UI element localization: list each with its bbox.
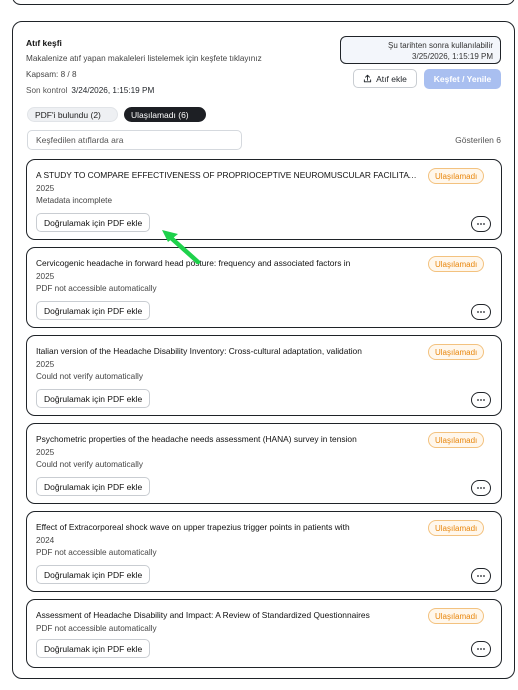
citation-note: PDF not accessible automatically: [36, 284, 157, 293]
add-citation-button[interactable]: Atıf ekle: [353, 69, 417, 88]
status-badge: Ulaşılamadı: [428, 344, 485, 360]
citation-year: 2025: [36, 360, 55, 369]
upload-icon: [364, 74, 372, 83]
previous-panel-edge: [12, 0, 515, 5]
panel-subtitle: Makalenize atıf yapan makaleleri listele…: [26, 54, 262, 63]
more-options-icon: [477, 648, 485, 650]
add-pdf-button[interactable]: Doğrulamak için PDF ekle: [36, 565, 151, 584]
status-badge: Ulaşılamadı: [428, 168, 485, 184]
more-options-button[interactable]: [471, 568, 491, 584]
citation-year: 2025: [36, 448, 55, 457]
last-check-label: Son kontrol: [26, 86, 68, 95]
add-pdf-button[interactable]: Doğrulamak için PDF ekle: [36, 639, 151, 658]
citation-title: Italian version of the Headache Disabili…: [36, 346, 362, 356]
citation-title: A STUDY TO COMPARE EFFECTIVENESS OF PROP…: [36, 170, 421, 180]
shown-count: Gösterilen 6: [455, 135, 501, 145]
discover-refresh-button[interactable]: Keşfet / Yenile: [424, 69, 501, 89]
more-options-button[interactable]: [471, 392, 491, 408]
citation-card: Assessment of Headache Disability and Im…: [26, 599, 502, 668]
citation-title: Cervicogenic headache in forward head po…: [36, 258, 351, 268]
more-options-icon: [477, 223, 485, 225]
panel-title: Atıf keşfi: [26, 38, 62, 48]
status-badge: Ulaşılamadı: [428, 608, 485, 624]
add-pdf-button[interactable]: Doğrulamak için PDF ekle: [36, 301, 151, 320]
citation-card: A STUDY TO COMPARE EFFECTIVENESS OF PROP…: [26, 159, 502, 240]
coverage-label: Kapsam:: [26, 70, 59, 79]
last-check-value: 3/24/2026, 1:15:19 PM: [71, 86, 155, 95]
more-options-button[interactable]: [471, 480, 491, 496]
available-after-date: 3/25/2026, 1:15:19 PM: [412, 52, 493, 61]
coverage-info: Kapsam: 8 / 8: [26, 70, 77, 79]
more-options-icon: [477, 311, 485, 313]
citation-note: PDF not accessible automatically: [36, 624, 157, 633]
add-pdf-button[interactable]: Doğrulamak için PDF ekle: [36, 389, 151, 408]
citation-card: Cervicogenic headache in forward head po…: [26, 247, 502, 328]
last-check-info: Son kontrol 3/24/2026, 1:15:19 PM: [26, 86, 154, 95]
citation-card: Psychometric properties of the headache …: [26, 423, 502, 504]
add-pdf-button[interactable]: Doğrulamak için PDF ekle: [36, 477, 151, 496]
citation-note: Metadata incomplete: [36, 196, 113, 205]
add-citation-label: Atıf ekle: [376, 73, 407, 84]
citation-note: PDF not accessible automatically: [36, 548, 157, 557]
status-badge: Ulaşılamadı: [428, 520, 485, 536]
citation-year: 2025: [36, 272, 55, 281]
status-badge: Ulaşılamadı: [428, 256, 485, 272]
citation-discovery-panel: Atıf keşfi Makalenize atıf yapan makalel…: [12, 21, 515, 679]
citation-note: Could not verify automatically: [36, 372, 143, 381]
citation-search-input[interactable]: [27, 130, 242, 150]
more-options-button[interactable]: [471, 641, 491, 657]
more-options-icon: [477, 399, 485, 401]
coverage-value: 8 / 8: [60, 70, 77, 79]
citation-year: 2024: [36, 536, 55, 545]
citation-title: Assessment of Headache Disability and Im…: [36, 610, 370, 620]
citation-card: Italian version of the Headache Disabili…: [26, 335, 502, 416]
more-options-button[interactable]: [471, 304, 491, 320]
citation-title: Psychometric properties of the headache …: [36, 434, 357, 444]
more-options-icon: [477, 487, 485, 489]
tab-pdf-found[interactable]: PDF'i bulundu (2): [27, 107, 118, 122]
available-after-notice: Şu tarihten sonra kullanılabilir 3/25/20…: [340, 36, 501, 64]
more-options-button[interactable]: [471, 216, 491, 232]
tab-unreachable[interactable]: Ulaşılamadı (6): [124, 107, 206, 122]
more-options-icon: [477, 575, 485, 577]
available-after-label: Şu tarihten sonra kullanılabilir: [388, 41, 493, 50]
pointer-arrow-icon: [162, 230, 201, 265]
citation-year: 2025: [36, 184, 55, 193]
citation-card: Effect of Extracorporeal shock wave on u…: [26, 511, 502, 592]
add-pdf-button[interactable]: Doğrulamak için PDF ekle: [36, 213, 151, 232]
status-badge: Ulaşılamadı: [428, 432, 485, 448]
citation-title: Effect of Extracorporeal shock wave on u…: [36, 522, 350, 532]
citation-note: Could not verify automatically: [36, 460, 143, 469]
